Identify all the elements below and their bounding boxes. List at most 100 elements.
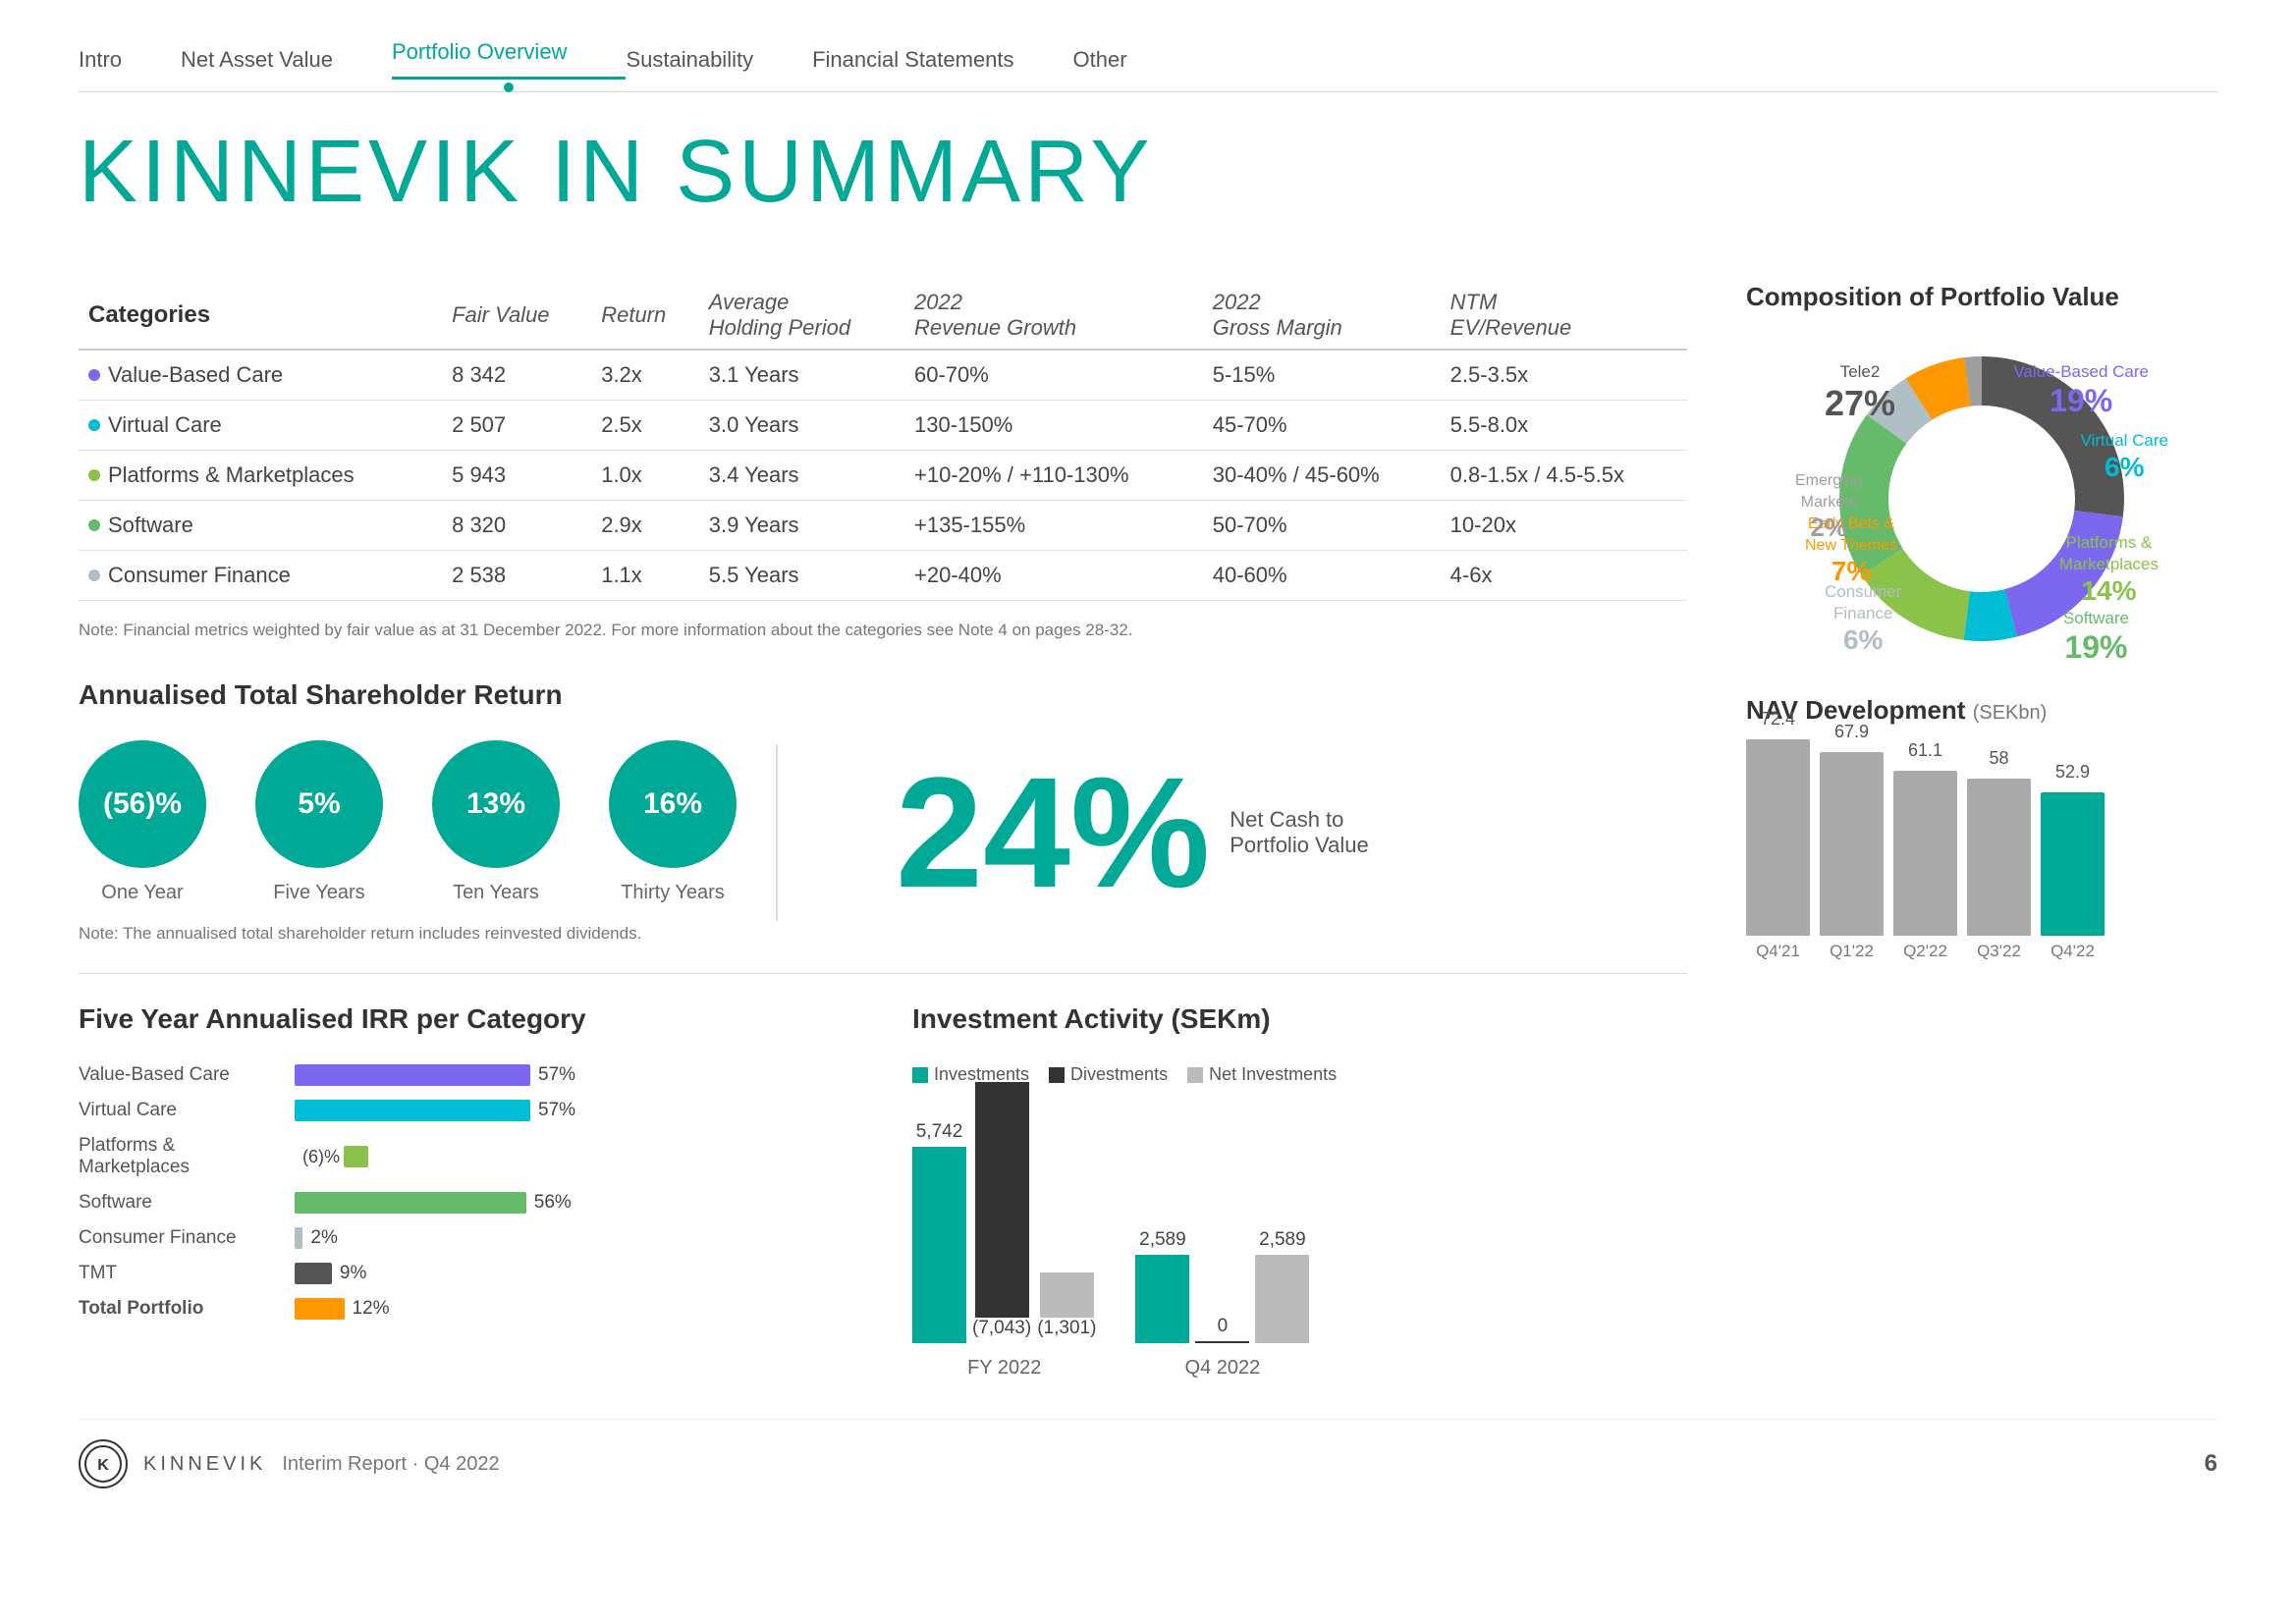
cat-holding: 3.0 Years — [699, 401, 904, 451]
col-header-gross-margin: 2022Gross Margin — [1203, 282, 1441, 350]
nav-bar-element — [1746, 739, 1810, 936]
legend-item: Net Investments — [1187, 1064, 1337, 1085]
irr-bar — [295, 1263, 332, 1284]
nav-bar-value: 61.1 — [1908, 740, 1942, 761]
return-circle-item: 5% Five Years — [255, 740, 383, 904]
nav-item-net-asset-value[interactable]: Net Asset Value — [181, 47, 392, 73]
irr-row: TMT 9% — [79, 1263, 853, 1284]
cat-holding: 3.4 Years — [699, 451, 904, 501]
nav-item-financial-statements[interactable]: Financial Statements — [812, 47, 1072, 73]
nav-item-other[interactable]: Other — [1073, 47, 1186, 73]
cat-name-cell: Software — [79, 501, 442, 551]
inv-bar-wrap: (7,043) — [972, 1082, 1031, 1343]
cat-holding: 5.5 Years — [699, 551, 904, 601]
return-circles: (56)% One Year 5% Five Years 13% Ten Yea… — [79, 740, 737, 904]
cat-fair-value: 2 507 — [442, 401, 591, 451]
cat-holding: 3.9 Years — [699, 501, 904, 551]
nav-item-intro[interactable]: Intro — [79, 47, 181, 73]
cat-return: 3.2x — [591, 350, 699, 401]
irr-value: 2% — [310, 1227, 337, 1249]
investment-group: 5,742(7,043)(1,301)FY 2022 — [912, 1082, 1096, 1380]
return-circle-item: (56)% One Year — [79, 740, 206, 904]
categories-table: Categories Fair Value Return AverageHold… — [79, 282, 1687, 601]
cat-revenue-growth: +20-40% — [904, 551, 1203, 601]
table-row: Software 8 320 2.9x 3.9 Years +135-155% … — [79, 501, 1687, 551]
return-circle-item: 16% Thirty Years — [609, 740, 737, 904]
main-content: Categories Fair Value Return AverageHold… — [79, 282, 2217, 1380]
page: IntroNet Asset ValuePortfolio OverviewSu… — [0, 0, 2296, 1623]
cat-color-dot — [88, 569, 100, 581]
return-circle: 5% — [255, 740, 383, 868]
cat-ev-revenue: 10-20x — [1441, 501, 1687, 551]
legend-label: Net Investments — [1209, 1064, 1337, 1085]
investment-chart: 5,742(7,043)(1,301)FY 20222,58902,589Q4 … — [912, 1105, 1687, 1380]
inv-bar-value-label: 5,742 — [916, 1121, 963, 1143]
donut-label-em: EmergingMarkets 2% — [1795, 469, 1862, 543]
nav-item-sustainability[interactable]: Sustainability — [626, 47, 812, 73]
inv-bar-value-label: (1,301) — [1037, 1318, 1096, 1339]
cat-gross-margin: 30-40% / 45-60% — [1203, 451, 1441, 501]
cat-return: 1.1x — [591, 551, 699, 601]
inv-bar-value-label: (7,043) — [972, 1318, 1031, 1339]
irr-value: 56% — [534, 1192, 572, 1214]
cat-gross-margin: 50-70% — [1203, 501, 1441, 551]
cat-fair-value: 8 342 — [442, 350, 591, 401]
cat-revenue-growth: 60-70% — [904, 350, 1203, 401]
irr-label: TMT — [79, 1263, 285, 1284]
nav-bar-element — [1893, 771, 1957, 936]
cat-fair-value: 8 320 — [442, 501, 591, 551]
inv-bar-value-label: 2,589 — [1259, 1229, 1306, 1251]
inv-bars-row: 5,742 (7,043) (1,301) — [912, 1082, 1096, 1343]
irr-row: Virtual Care 57% — [79, 1100, 853, 1121]
donut-label-pm: Platforms &Marketplaces 14% — [2059, 532, 2159, 607]
return-circle: 16% — [609, 740, 737, 868]
nav-item-portfolio-overview[interactable]: Portfolio Overview — [392, 39, 627, 80]
cat-name-cell: Value-Based Care — [79, 350, 442, 401]
irr-value: 57% — [538, 1100, 575, 1121]
irr-label: Consumer Finance — [79, 1227, 285, 1249]
cat-color-dot — [88, 369, 100, 381]
inv-bar-element — [1135, 1255, 1189, 1343]
irr-bar-container: (6)% — [295, 1146, 853, 1167]
investment-title: Investment Activity (SEKm) — [912, 1003, 1687, 1035]
inv-bar-wrap: 0 — [1195, 1316, 1249, 1343]
inv-bar-element — [975, 1082, 1029, 1318]
donut-label-tele2: Tele2 27% — [1825, 361, 1895, 424]
irr-bar-container: 57% — [295, 1064, 853, 1086]
irr-neg-value: (6)% — [302, 1147, 340, 1167]
cat-holding: 3.1 Years — [699, 350, 904, 401]
cat-ev-revenue: 0.8-1.5x / 4.5-5.5x — [1441, 451, 1687, 501]
legend-color — [1049, 1067, 1065, 1083]
donut-label-vbc: Value-Based Care 19% — [2013, 361, 2149, 419]
nav-bar-group: 52.9Q4'22 — [2041, 762, 2105, 961]
circle-label: One Year — [101, 882, 183, 904]
irr-row: Software 56% — [79, 1192, 853, 1214]
footer: K KINNEVIK Interim Report · Q4 2022 6 — [79, 1419, 2217, 1488]
return-circle: (56)% — [79, 740, 206, 868]
circle-label: Thirty Years — [621, 882, 725, 904]
nav-bar-element — [1820, 752, 1884, 936]
inv-bar-element — [912, 1147, 966, 1343]
nav-bar-group: 67.9Q1'22 — [1820, 722, 1884, 961]
page-title: KINNEVIK IN SUMMARY — [79, 122, 2217, 223]
cat-color-dot — [88, 419, 100, 431]
top-navigation: IntroNet Asset ValuePortfolio OverviewSu… — [79, 39, 2217, 92]
col-header-categories: Categories — [79, 282, 442, 350]
net-cash-percent: 24% — [896, 754, 1210, 911]
cat-return: 2.5x — [591, 401, 699, 451]
cat-name-label: Consumer Finance — [108, 563, 291, 588]
brand-name: KINNEVIK — [143, 1453, 266, 1476]
return-right: 24% Net Cash toPortfolio Value — [817, 754, 1369, 911]
cat-fair-value: 5 943 — [442, 451, 591, 501]
inv-bar-element — [1195, 1341, 1249, 1343]
irr-row: Total Portfolio 12% — [79, 1298, 853, 1320]
inv-group-label: Q4 2022 — [1185, 1357, 1261, 1380]
inv-bar-wrap: 2,589 — [1135, 1229, 1189, 1343]
irr-bars: Value-Based Care 57% Virtual Care 57% Pl… — [79, 1064, 853, 1320]
irr-value: 57% — [538, 1064, 575, 1086]
col-header-fairvalue: Fair Value — [442, 282, 591, 350]
nav-bar-group: 61.1Q2'22 — [1893, 740, 1957, 961]
irr-label: Software — [79, 1192, 285, 1214]
inv-bar-wrap: 5,742 — [912, 1121, 966, 1343]
cat-name-label: Value-Based Care — [108, 362, 283, 388]
